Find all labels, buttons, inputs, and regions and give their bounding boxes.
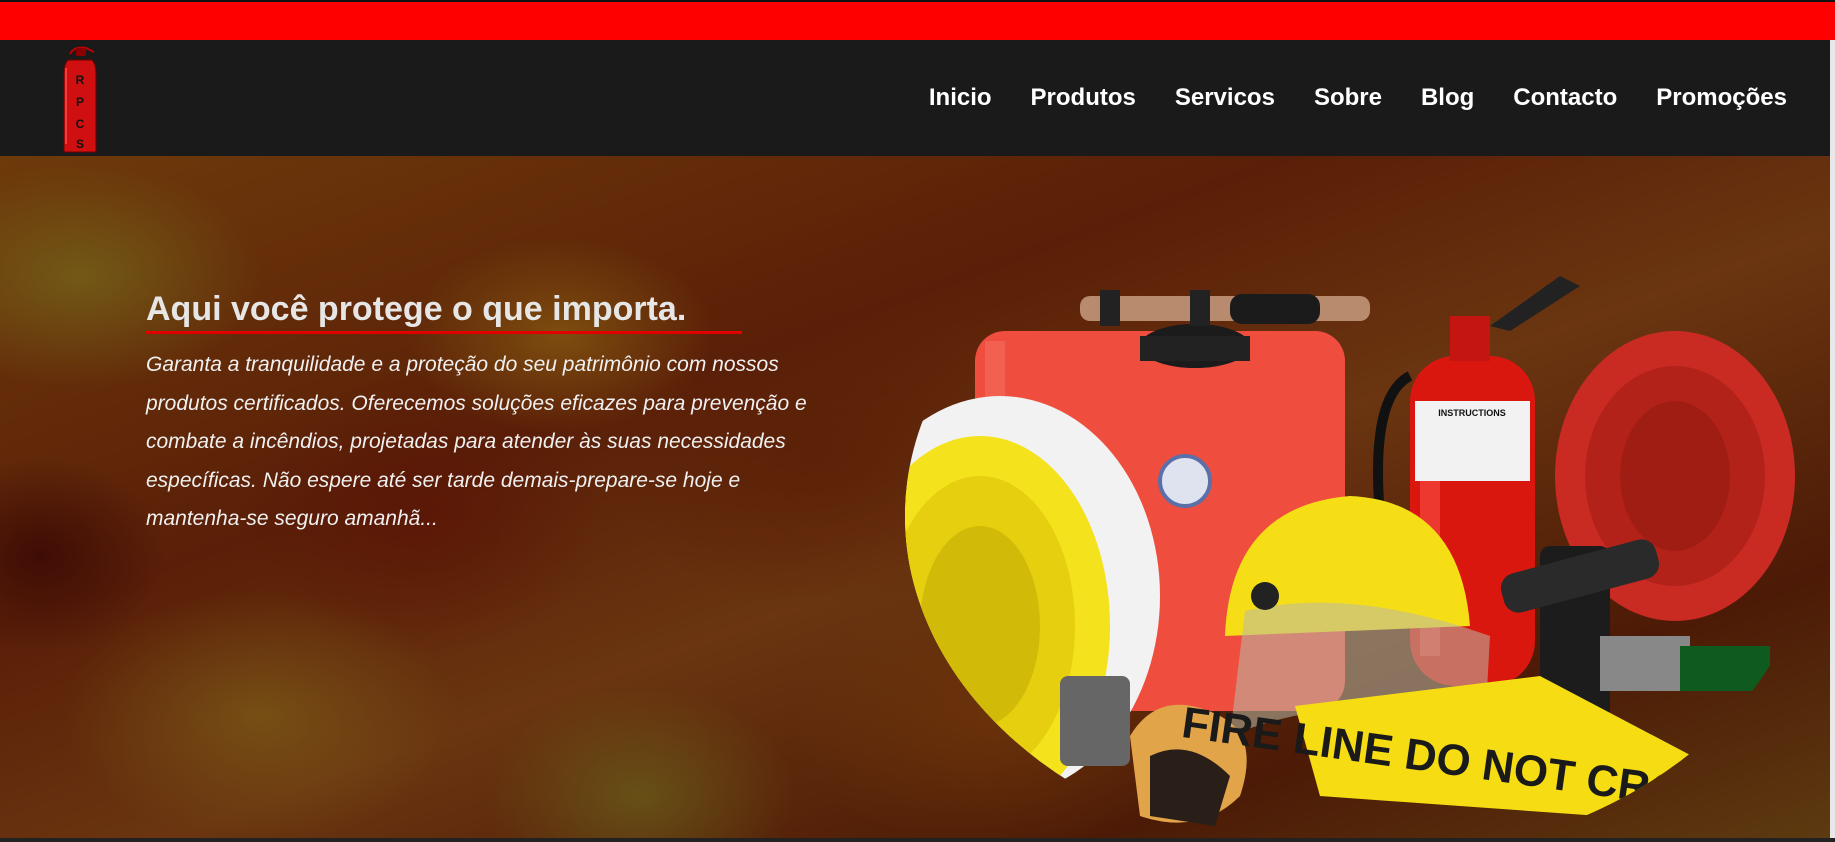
page-edge xyxy=(1830,40,1835,842)
hero-title-underline xyxy=(146,331,742,334)
logo-letter: C xyxy=(76,117,85,131)
nav-link-servicos[interactable]: Servicos xyxy=(1175,84,1275,112)
top-accent-bar xyxy=(0,0,1835,40)
hero-section: Aqui você protege o que importa. Garanta… xyxy=(0,156,1830,838)
navbar: R P C S Inicio Produtos Servicos Sobre B… xyxy=(0,40,1830,156)
main-nav: Inicio Produtos Servicos Sobre Blog Cont… xyxy=(929,40,1787,156)
nav-link-inicio[interactable]: Inicio xyxy=(929,84,992,112)
nav-link-sobre[interactable]: Sobre xyxy=(1314,84,1382,112)
logo-letter: S xyxy=(76,137,84,151)
hero-description-line: específicas. Não espere até ser tarde de… xyxy=(146,468,741,492)
hero-description-line: produtos certificados. Oferecemos soluçõ… xyxy=(146,391,807,415)
hero-description: Garanta a tranquilidade e a proteção do … xyxy=(146,346,886,539)
hero-description-line: combate a incêndios, projetadas para ate… xyxy=(146,430,786,453)
fire-safety-products-image: INSTRUCTIONS FIRE LINE DO NOT CROSS xyxy=(905,276,1795,826)
nav-link-contacto[interactable]: Contacto xyxy=(1513,84,1617,112)
nav-link-promocoes[interactable]: Promoções xyxy=(1656,84,1787,112)
extinguisher-label: INSTRUCTIONS xyxy=(1438,408,1506,418)
nav-link-blog[interactable]: Blog xyxy=(1421,84,1474,112)
nav-link-produtos[interactable]: Produtos xyxy=(1031,84,1136,112)
logo-letter: R xyxy=(76,73,85,87)
hero-description-line: mantenha-se seguro amanhã... xyxy=(146,507,438,530)
logo-letter: P xyxy=(76,95,84,109)
page-bottom-edge xyxy=(0,838,1835,842)
fire-extinguisher-logo[interactable]: R P C S xyxy=(56,44,108,156)
hero-title: Aqui você protege o que importa. xyxy=(146,290,687,328)
hero-description-line: Garanta a tranquilidade e a proteção do … xyxy=(146,353,779,376)
